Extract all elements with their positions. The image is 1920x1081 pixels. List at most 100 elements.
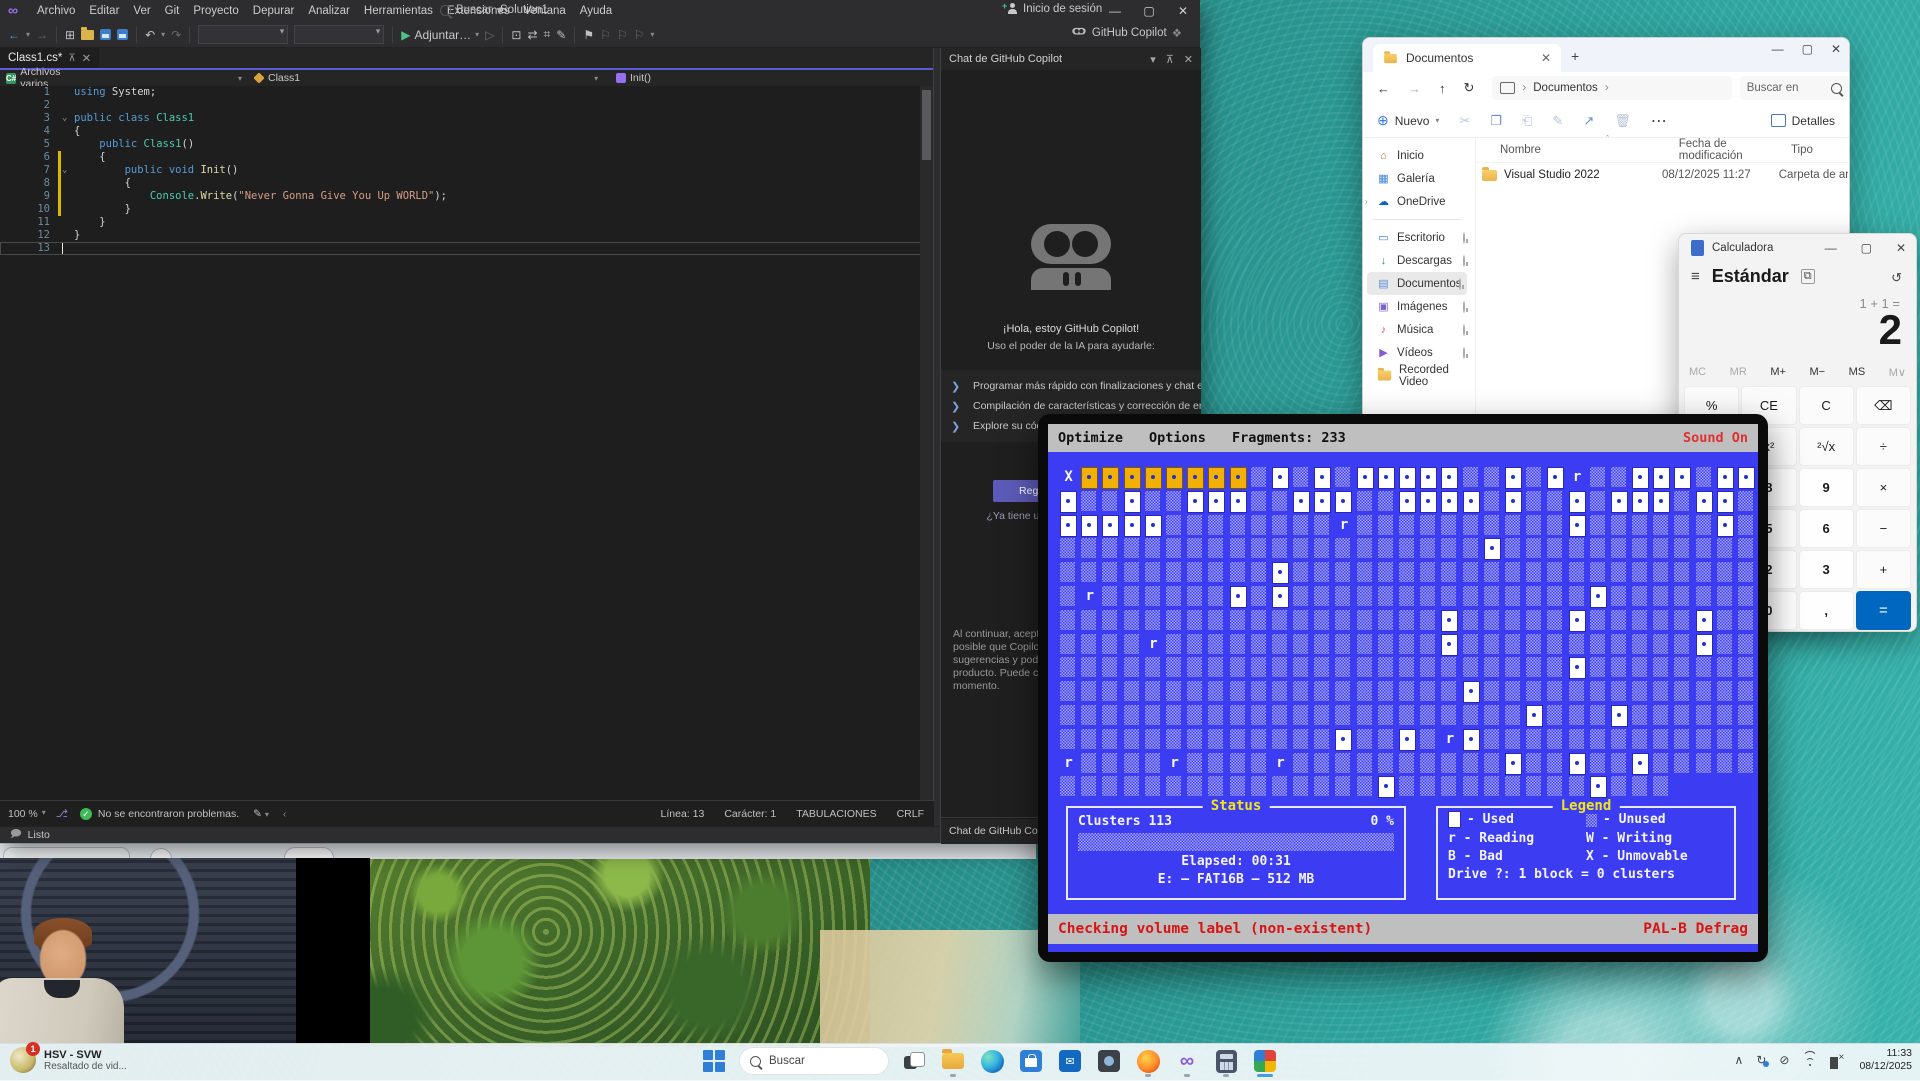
sidebar-item-música[interactable]: ♪Música: [1363, 318, 1471, 341]
keep-on-top-icon[interactable]: ⧉: [1801, 269, 1815, 284]
calc-key-⌫[interactable]: ⌫: [1856, 386, 1911, 425]
sidebar-item-vídeos[interactable]: ▶Vídeos: [1363, 341, 1471, 364]
start-button[interactable]: [700, 1047, 728, 1075]
menu-herramientas[interactable]: Herramientas: [357, 5, 440, 17]
explorer-search-box[interactable]: Buscar en: [1740, 76, 1849, 100]
memory-button-MC[interactable]: MC: [1685, 364, 1710, 381]
editor-scrollbar[interactable]: [920, 86, 933, 800]
code-line[interactable]: 12}: [0, 229, 934, 242]
column-name[interactable]: Nombre: [1476, 144, 1679, 156]
calc-maximize-button[interactable]: ▢: [1861, 241, 1872, 255]
undo-icon[interactable]: ↶: [145, 28, 155, 42]
refresh-icon[interactable]: ↻: [1464, 80, 1475, 96]
vs-maximize-button[interactable]: ▢: [1132, 0, 1166, 22]
source-control-icon[interactable]: ⎇: [56, 808, 68, 820]
code-line[interactable]: 1using System;: [0, 86, 934, 99]
menu-editar[interactable]: Editar: [82, 5, 126, 17]
column-modified[interactable]: Fecha de modificación: [1679, 138, 1791, 162]
task-view-button[interactable]: [900, 1047, 928, 1075]
memory-button-M∨[interactable]: M∨: [1885, 364, 1910, 381]
explorer-tab-documents[interactable]: Documentos ✕: [1373, 44, 1561, 72]
hot-reload-icon[interactable]: ⇄: [527, 28, 537, 42]
code-line[interactable]: 8 {: [0, 177, 934, 190]
status-indentation[interactable]: TABULACIONES: [786, 808, 886, 820]
breadcrumb[interactable]: › Documentos ›: [1492, 76, 1731, 100]
memory-button-M−[interactable]: M−: [1806, 364, 1830, 381]
sidebar-item-imágenes[interactable]: ▣Imágenes: [1363, 295, 1471, 318]
explorer-minimize-button[interactable]: —: [1772, 42, 1784, 56]
sidebar-item-inicio[interactable]: ⌂Inicio: [1363, 144, 1471, 167]
vs-close-button[interactable]: ✕: [1166, 0, 1200, 22]
delete-icon[interactable]: 🗑: [1614, 113, 1631, 129]
close-tab-icon[interactable]: ✕: [82, 51, 92, 65]
hamburger-menu-icon[interactable]: ≡: [1691, 268, 1700, 285]
taskbar-store[interactable]: [1017, 1047, 1045, 1075]
sidebar-item-recorded-video[interactable]: Recorded Video: [1363, 364, 1471, 387]
calc-key-+[interactable]: +: [1856, 550, 1911, 589]
navigate-forward-icon[interactable]: →: [36, 28, 48, 42]
sidebar-item-galería[interactable]: ▦Galería: [1363, 167, 1471, 190]
tray-chevron-icon[interactable]: ∧: [1735, 1053, 1744, 1067]
taskbar-visual-studio[interactable]: ∞: [1173, 1047, 1201, 1075]
toolbar-copilot-button[interactable]: GitHub Copilot ❖: [1071, 26, 1182, 40]
forward-icon[interactable]: →: [1408, 81, 1421, 96]
taskbar-calculator[interactable]: [1212, 1047, 1240, 1075]
more-options-icon[interactable]: ⋯: [1651, 111, 1667, 131]
clock[interactable]: 11:33 08/12/2025: [1859, 1047, 1912, 1073]
scroll-left-icon[interactable]: ‹: [283, 808, 287, 820]
sidebar-item-escritorio[interactable]: ▭Escritorio: [1363, 226, 1471, 249]
prev-bookmark-icon[interactable]: ⚐: [600, 28, 611, 42]
calc-minimize-button[interactable]: —: [1825, 241, 1837, 255]
calc-key-²√x[interactable]: ²√x: [1799, 427, 1854, 466]
menu-ayuda[interactable]: Ayuda: [573, 5, 619, 17]
background-browser-strip[interactable]: [0, 843, 1036, 859]
open-folder-icon[interactable]: [81, 30, 94, 40]
find-icon[interactable]: ⌗: [544, 27, 551, 42]
update-sync-icon[interactable]: ↻: [1756, 1053, 1766, 1067]
new-tab-button[interactable]: +: [1571, 48, 1579, 64]
rename-icon[interactable]: ✎: [1552, 113, 1563, 129]
code-line[interactable]: 2: [0, 99, 934, 112]
music-video-window[interactable]: [0, 858, 370, 1043]
taskbar-search-box[interactable]: Buscar: [739, 1047, 889, 1075]
vs-sign-in-button[interactable]: + Inicio de sesión: [1006, 3, 1102, 15]
menu-archivo[interactable]: Archivo: [30, 5, 82, 17]
taskbar-edge[interactable]: [978, 1047, 1006, 1075]
table-row[interactable]: Visual Studio 2022 08/12/2025 11:27 Carp…: [1476, 163, 1848, 187]
panel-close-icon[interactable]: ✕: [1184, 53, 1193, 66]
configuration-dropdown[interactable]: [198, 25, 288, 44]
processes-icon[interactable]: ⊡: [511, 28, 521, 42]
sidebar-item-onedrive[interactable]: ›☁OneDrive: [1363, 190, 1471, 213]
calc-key-÷[interactable]: ÷: [1856, 427, 1911, 466]
history-icon[interactable]: ↺: [1891, 270, 1902, 286]
code-line[interactable]: 10 }: [0, 203, 934, 216]
new-project-icon[interactable]: ⊞: [65, 28, 75, 42]
calc-key-,[interactable]: ,: [1799, 591, 1854, 630]
code-line[interactable]: 5 public Class1(): [0, 138, 934, 151]
vs-minimize-button[interactable]: —: [1098, 0, 1132, 22]
bookmark-icon[interactable]: ⚑: [583, 28, 594, 42]
calc-key-3[interactable]: 3: [1799, 550, 1854, 589]
tab-class1-cs[interactable]: Class1.cs* ⊼ ✕: [0, 48, 99, 68]
paste-icon[interactable]: ⎗: [1522, 113, 1532, 129]
taskbar-capture-app[interactable]: [1095, 1047, 1123, 1075]
share-icon[interactable]: ↗: [1583, 113, 1594, 129]
copilot-feature-item[interactable]: ❯Compilación de características y correc…: [941, 396, 1201, 416]
sidebar-item-documentos[interactable]: ▤Documentos: [1367, 272, 1467, 295]
save-icon[interactable]: [100, 29, 111, 40]
menu-options[interactable]: Options: [1149, 430, 1206, 446]
vs-search-box[interactable]: Buscar ▾: [440, 3, 503, 17]
pin-tab-icon[interactable]: ⊼: [68, 53, 75, 64]
navigate-back-icon[interactable]: ←: [8, 28, 20, 42]
pin-icon[interactable]: ⊼: [1166, 53, 1174, 66]
breadcrumb-class-dropdown[interactable]: Class1▾: [248, 72, 610, 84]
platform-dropdown[interactable]: [294, 25, 384, 44]
do-not-disturb-icon[interactable]: ⊘: [1779, 1053, 1789, 1067]
problems-indicator[interactable]: ✓ No se encontraron problemas.: [80, 808, 239, 820]
menu-analizar[interactable]: Analizar: [301, 5, 357, 17]
taskbar-defrag-active[interactable]: [1251, 1047, 1279, 1075]
code-line[interactable]: 6 {: [0, 151, 934, 164]
memory-button-M+[interactable]: M+: [1766, 364, 1790, 381]
status-eol[interactable]: CRLF: [887, 808, 934, 820]
explorer-close-button[interactable]: ✕: [1831, 42, 1841, 56]
